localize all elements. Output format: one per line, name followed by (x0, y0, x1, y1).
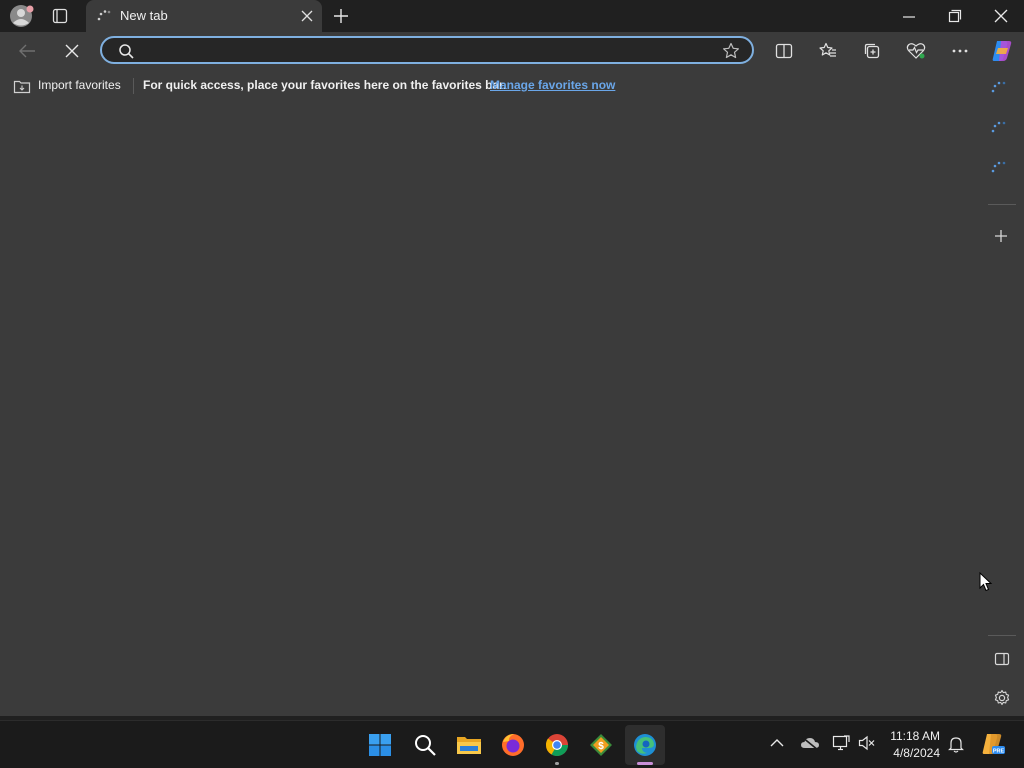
show-hidden-icons-icon[interactable] (770, 738, 784, 748)
svg-text:$: $ (598, 741, 604, 752)
edge-icon[interactable] (625, 725, 665, 765)
split-screen-icon[interactable] (775, 42, 793, 60)
tab-new-tab[interactable]: New tab (86, 0, 322, 32)
new-tab-button[interactable] (332, 7, 350, 25)
clock-time[interactable]: 11:18 AM (880, 729, 940, 743)
sidebar-app-loading-icon[interactable] (990, 158, 1008, 176)
start-button[interactable] (360, 725, 400, 765)
active-app-indicator (637, 762, 653, 765)
favorites-bar: Import favorites For quick access, place… (0, 70, 988, 102)
import-favorites-button[interactable]: Import favorites (38, 78, 121, 92)
sidebar-divider (988, 635, 1016, 636)
favorites-bar-message: For quick access, place your favorites h… (143, 78, 507, 92)
sidebar-app-loading-icon[interactable] (990, 118, 1008, 136)
tab-actions-icon[interactable] (52, 8, 68, 24)
close-window-button[interactable] (994, 9, 1008, 23)
taskbar-search-icon[interactable] (405, 725, 445, 765)
taskbar-app-icon[interactable]: $ (581, 725, 621, 765)
loading-spinner-icon (96, 8, 112, 24)
search-icon (118, 43, 134, 59)
close-tab-icon[interactable] (301, 10, 313, 22)
profile-avatar[interactable] (9, 4, 35, 28)
add-sidebar-app-icon[interactable] (994, 229, 1008, 243)
sidebar-settings-icon[interactable] (993, 689, 1011, 707)
divider (133, 78, 134, 94)
copilot-icon[interactable] (989, 38, 1015, 64)
collections-icon[interactable] (863, 42, 881, 60)
tab-title: New tab (120, 8, 168, 23)
notifications-icon[interactable] (948, 735, 964, 753)
file-explorer-icon[interactable] (449, 725, 489, 765)
address-input[interactable] (142, 41, 706, 61)
browser-toolbar (0, 32, 1024, 70)
volume-muted-icon[interactable] (858, 735, 876, 751)
running-indicator (555, 762, 559, 765)
svg-text:PRE: PRE (993, 749, 1005, 755)
taskbar: $ 11:18 AM 4/8/2024 PRE (0, 720, 1024, 768)
firefox-icon[interactable] (493, 725, 533, 765)
sidebar-app-loading-icon[interactable] (990, 78, 1008, 96)
stop-loading-button[interactable] (64, 43, 80, 59)
browser-essentials-icon[interactable] (906, 42, 926, 60)
manage-favorites-link[interactable]: Manage favorites now (490, 78, 615, 92)
mouse-cursor-icon (979, 572, 993, 592)
sidebar-divider (988, 204, 1016, 205)
onedrive-icon[interactable] (800, 735, 820, 751)
back-button[interactable] (18, 43, 36, 59)
copilot-preview-icon[interactable]: PRE (980, 732, 1006, 756)
title-bar: New tab (0, 0, 1024, 32)
favorite-star-icon[interactable] (722, 42, 740, 60)
minimize-button[interactable] (902, 10, 916, 24)
network-icon[interactable] (832, 735, 850, 751)
address-bar[interactable] (100, 36, 754, 64)
clock-date[interactable]: 4/8/2024 (880, 746, 940, 760)
page-content[interactable] (0, 102, 988, 716)
favorites-icon[interactable] (819, 42, 837, 60)
restore-button[interactable] (948, 9, 962, 23)
chrome-icon[interactable] (537, 725, 577, 765)
right-sidebar (988, 70, 1024, 716)
import-icon (13, 78, 31, 94)
settings-more-icon[interactable] (951, 42, 969, 60)
hide-sidebar-icon[interactable] (994, 651, 1010, 667)
